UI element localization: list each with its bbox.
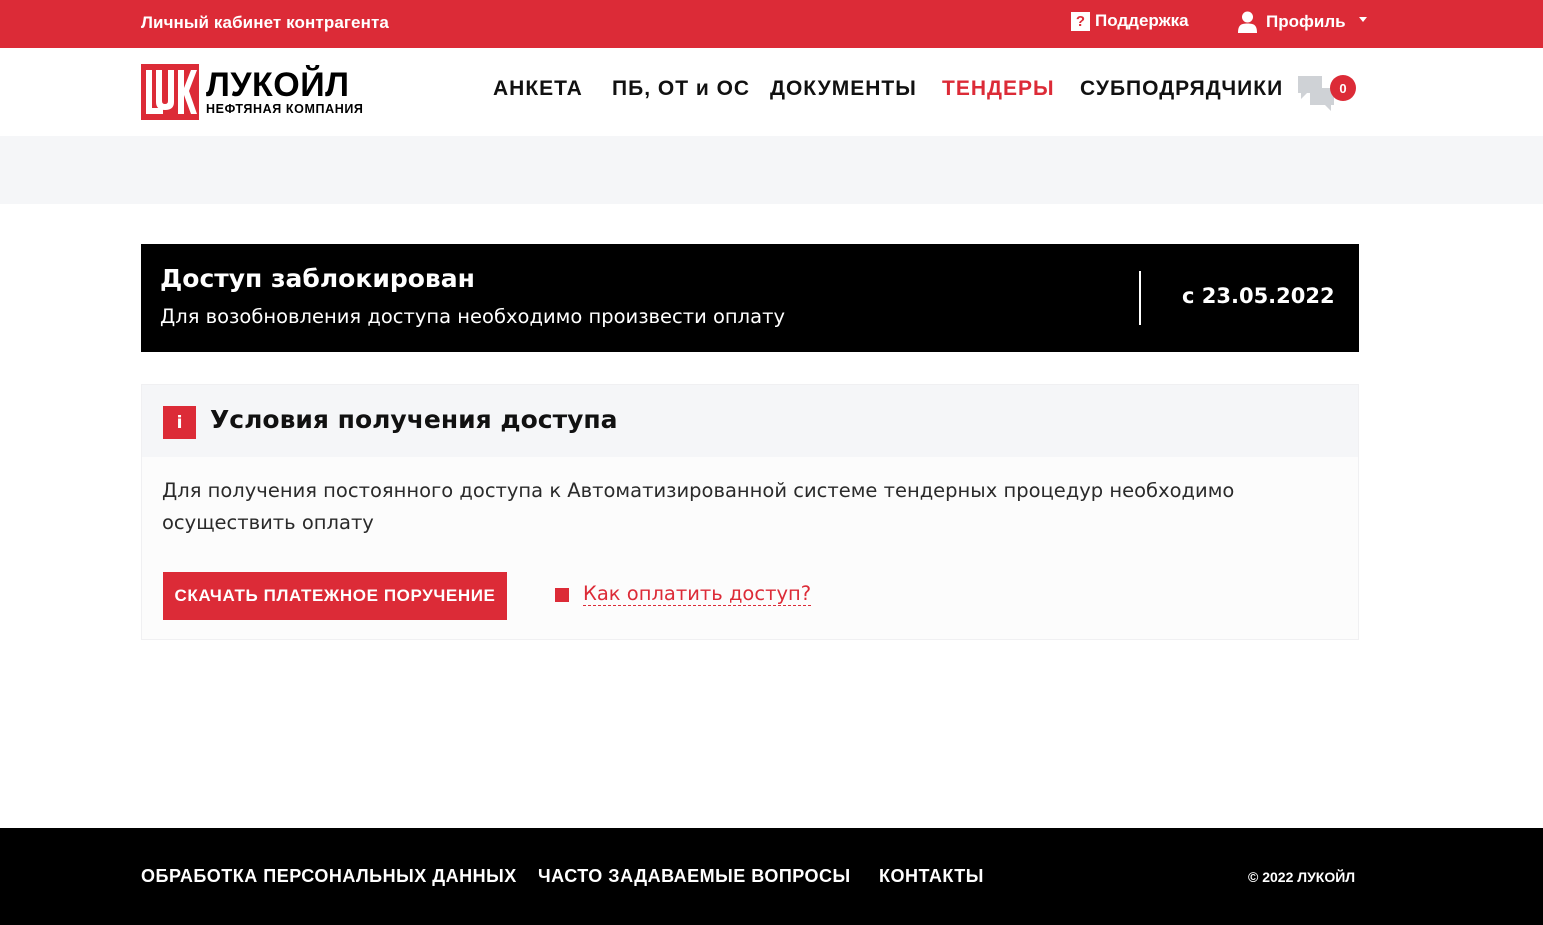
chevron-down-icon xyxy=(1358,16,1367,22)
bullet-square-icon xyxy=(555,587,569,602)
lukoil-logo[interactable]: ЛУКОЙЛ НЕФТЯНАЯ КОМПАНИЯ xyxy=(141,64,364,120)
support-link[interactable]: ? Поддержка xyxy=(1071,11,1189,31)
blocked-date: с 23.05.2022 xyxy=(1182,284,1335,308)
blocked-title: Доступ заблокирован xyxy=(160,264,475,293)
blocked-subtitle: Для возобновления доступа необходимо про… xyxy=(160,305,785,328)
profile-label: Профиль xyxy=(1266,12,1346,31)
conditions-text: Для получения постоянного доступа к Авто… xyxy=(162,479,1235,534)
access-conditions-card: i Условия получения доступа Для получени… xyxy=(141,384,1359,640)
profile-menu[interactable]: Профиль xyxy=(1238,11,1367,33)
brand-subtitle: НЕФТЯНАЯ КОМПАНИЯ xyxy=(206,101,364,116)
copyright: © 2022 ЛУКОЙЛ xyxy=(1248,869,1356,885)
card-header: i Условия получения доступа xyxy=(142,385,1358,457)
question-icon: ? xyxy=(1071,11,1090,31)
support-label: Поддержка xyxy=(1095,11,1189,30)
access-blocked-banner: Доступ заблокирован Для возобновления до… xyxy=(141,244,1359,352)
nav-item-tenders[interactable]: ТЕНДЕРЫ xyxy=(942,77,1055,101)
brand-name: ЛУКОЙЛ xyxy=(206,65,350,104)
nav-item-anketa[interactable]: АНКЕТА xyxy=(493,77,583,101)
how-to-pay-link[interactable]: Как оплатить доступ? xyxy=(583,583,812,606)
footer-link-faq[interactable]: ЧАСТО ЗАДАВАЕМЫЕ ВОПРОСЫ xyxy=(538,866,851,887)
footer-link-contacts[interactable]: КОНТАКТЫ xyxy=(879,866,984,887)
footer-link-personal-data[interactable]: ОБРАБОТКА ПЕРСОНАЛЬНЫХ ДАННЫХ xyxy=(141,866,517,887)
user-icon xyxy=(1238,11,1257,33)
messages-count-badge: 0 xyxy=(1330,75,1356,101)
lukoil-emblem-icon xyxy=(141,64,199,120)
messages-button[interactable]: 0 xyxy=(1298,75,1358,115)
divider xyxy=(1139,271,1141,325)
nav-item-documents[interactable]: ДОКУМЕНТЫ xyxy=(770,77,917,101)
breadcrumb-band xyxy=(0,136,1543,204)
nav-item-subcontractors[interactable]: СУБПОДРЯДЧИКИ xyxy=(1080,77,1283,101)
info-icon: i xyxy=(163,406,196,439)
top-bar: Личный кабинет контрагента ? Поддержка П… xyxy=(0,0,1543,48)
cabinet-title: Личный кабинет контрагента xyxy=(141,13,389,32)
card-title: Условия получения доступа xyxy=(210,405,618,434)
footer: ОБРАБОТКА ПЕРСОНАЛЬНЫХ ДАННЫХ ЧАСТО ЗАДА… xyxy=(0,828,1543,925)
main-header: ЛУКОЙЛ НЕФТЯНАЯ КОМПАНИЯ АНКЕТА ПБ, ОТ и… xyxy=(0,48,1543,136)
how-to-pay: Как оплатить доступ? xyxy=(555,583,812,606)
download-payment-order-button[interactable]: СКАЧАТЬ ПЛАТЕЖНОЕ ПОРУЧЕНИЕ xyxy=(163,572,507,620)
nav-item-pb-ot-os[interactable]: ПБ, ОТ и ОС xyxy=(612,77,750,101)
